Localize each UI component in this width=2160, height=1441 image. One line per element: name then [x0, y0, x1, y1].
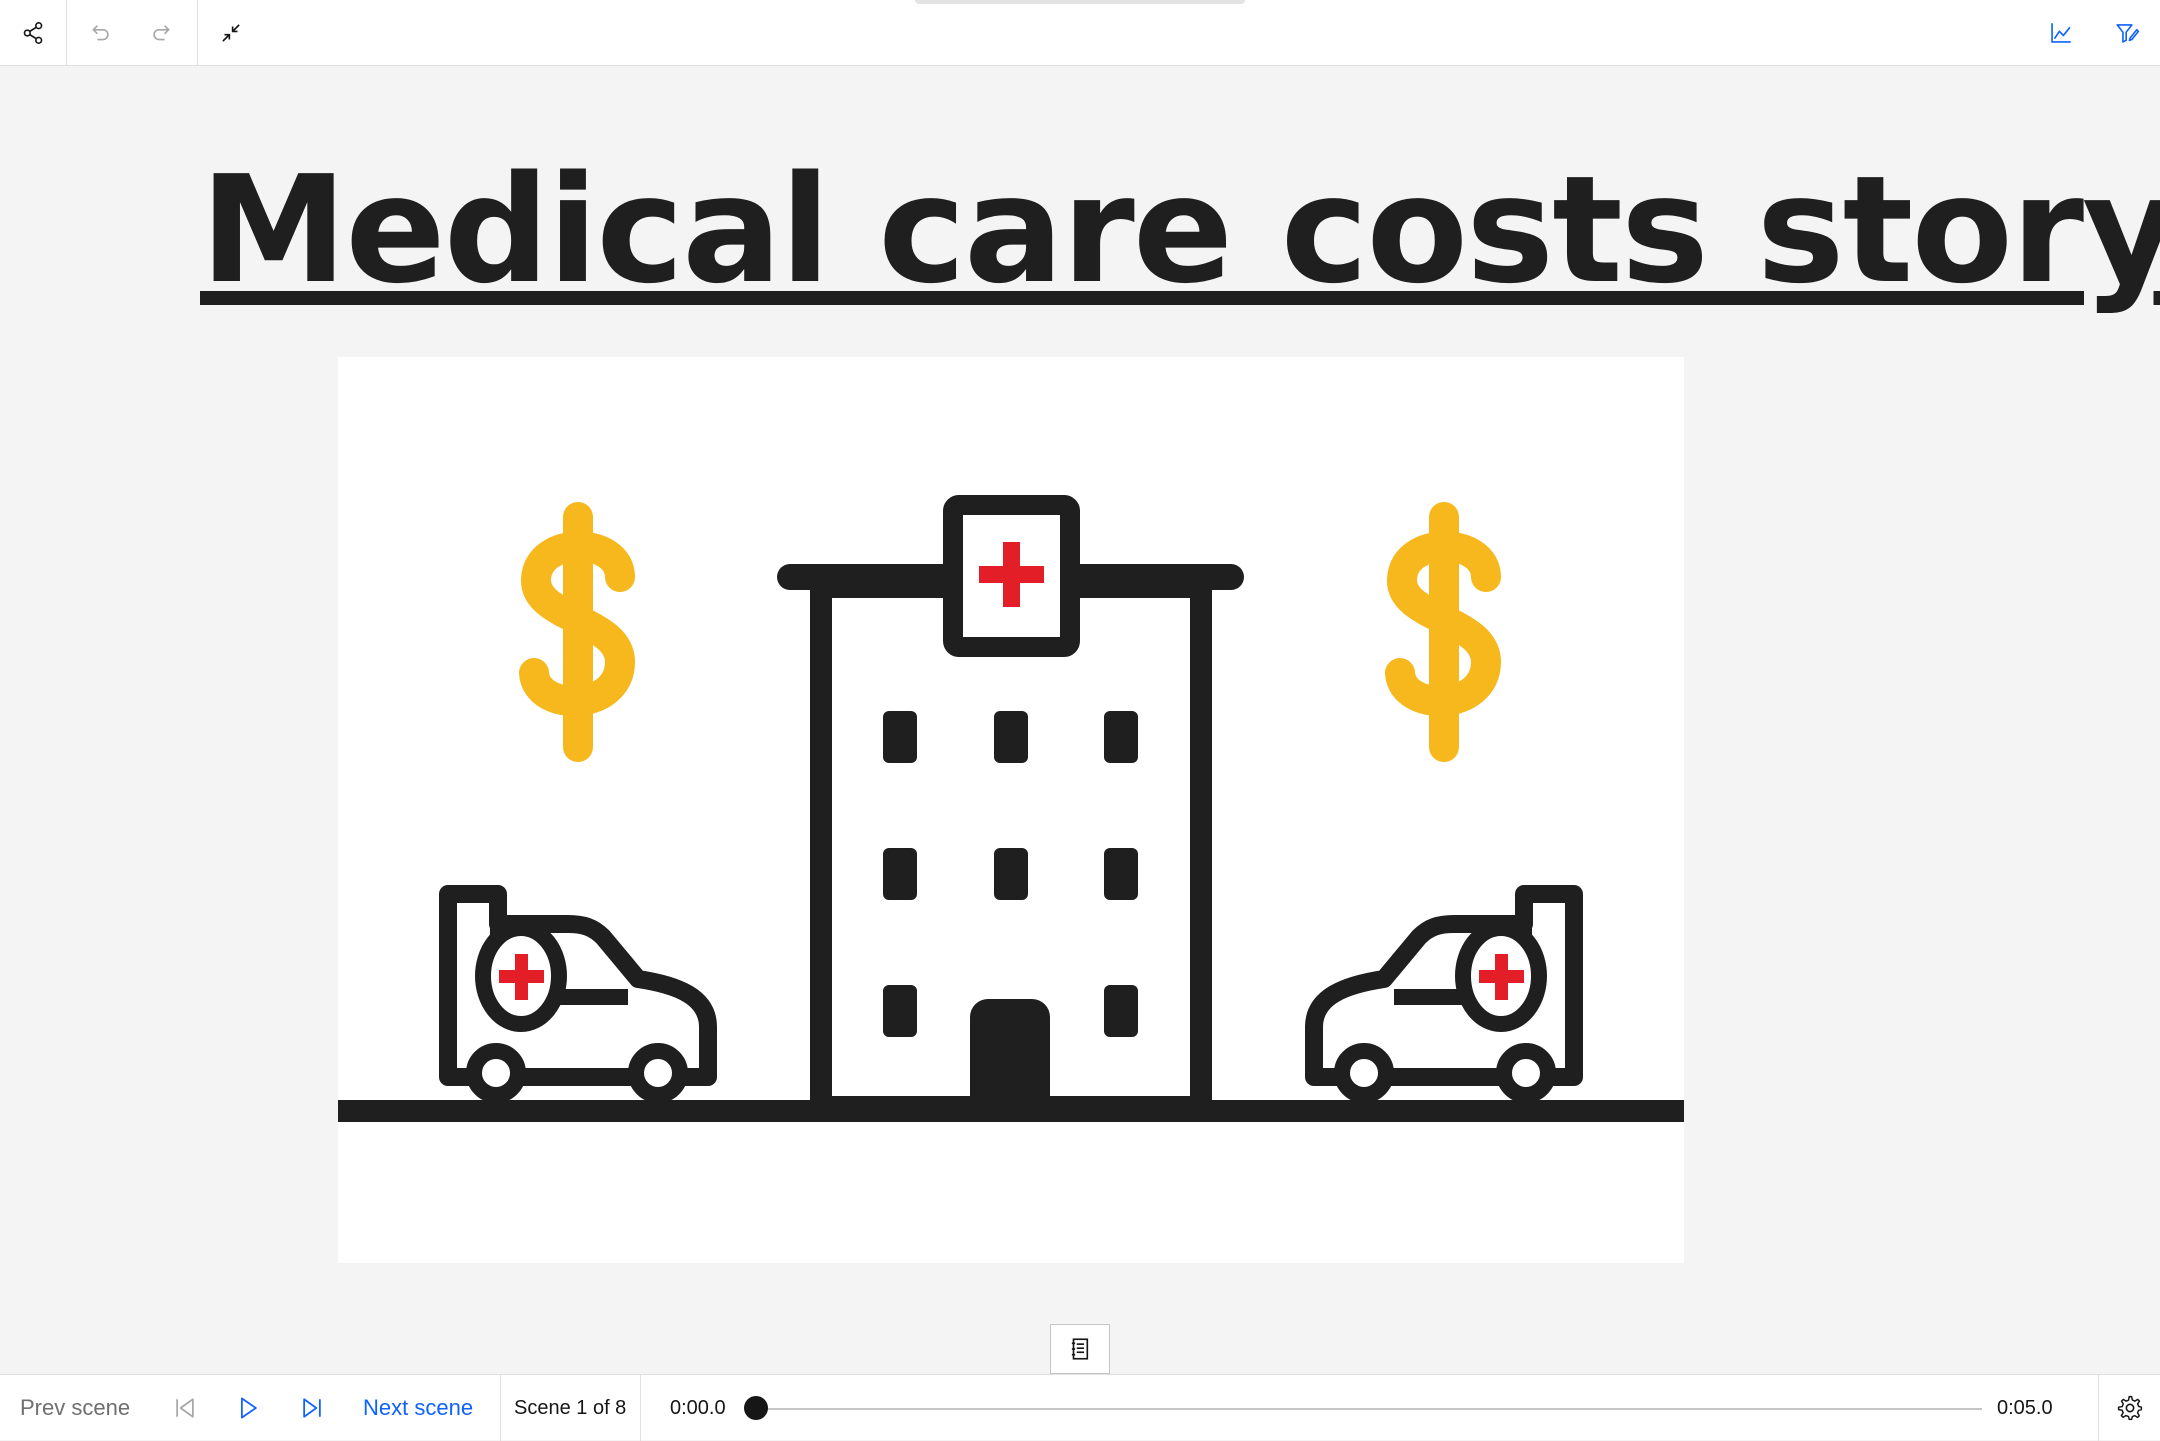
share-button[interactable] — [0, 0, 66, 66]
share-icon — [23, 22, 43, 44]
story-title: Medical care costs story — [200, 144, 2160, 316]
collapse-icon — [222, 24, 240, 42]
undo-icon — [92, 25, 109, 41]
skip-forward-icon — [303, 1398, 321, 1418]
chart-button[interactable] — [2028, 0, 2094, 66]
notebook-icon — [1071, 1338, 1089, 1360]
skip-to-end-button[interactable] — [287, 1375, 337, 1441]
filter-button[interactable] — [2094, 0, 2160, 66]
timeline-scrubber[interactable] — [744, 1396, 768, 1420]
hospital-illustration — [338, 357, 1684, 1263]
top-toolbar — [0, 0, 2160, 66]
total-time: 0:05.0 — [1997, 1397, 2053, 1419]
play-icon — [241, 1397, 257, 1419]
scene-status: Scene 1 of 8 — [514, 1397, 627, 1419]
line-chart-icon — [2051, 23, 2071, 43]
drag-handle[interactable] — [915, 0, 1245, 4]
notes-button[interactable] — [1050, 1324, 1110, 1374]
timeline-track[interactable] — [756, 1408, 1982, 1410]
redo-button[interactable] — [130, 0, 196, 66]
play-button[interactable] — [223, 1375, 273, 1441]
redo-icon — [153, 25, 170, 41]
hospital-illustration-graphic — [338, 495, 1684, 1122]
undo-button[interactable] — [66, 0, 132, 66]
prev-scene-button[interactable]: Prev scene — [20, 1375, 130, 1441]
collapse-button[interactable] — [198, 0, 264, 66]
current-time: 0:00.0 — [670, 1397, 726, 1419]
playback-bar: Prev scene Next scene Scene 1 of 8 0:00.… — [0, 1374, 2160, 1441]
skip-back-icon — [176, 1398, 194, 1418]
next-scene-button[interactable]: Next scene — [363, 1375, 473, 1441]
settings-button[interactable] — [2105, 1375, 2155, 1441]
filter-edit-icon — [2116, 24, 2140, 43]
skip-to-start-button[interactable] — [160, 1375, 210, 1441]
gear-icon — [2117, 1395, 2143, 1421]
